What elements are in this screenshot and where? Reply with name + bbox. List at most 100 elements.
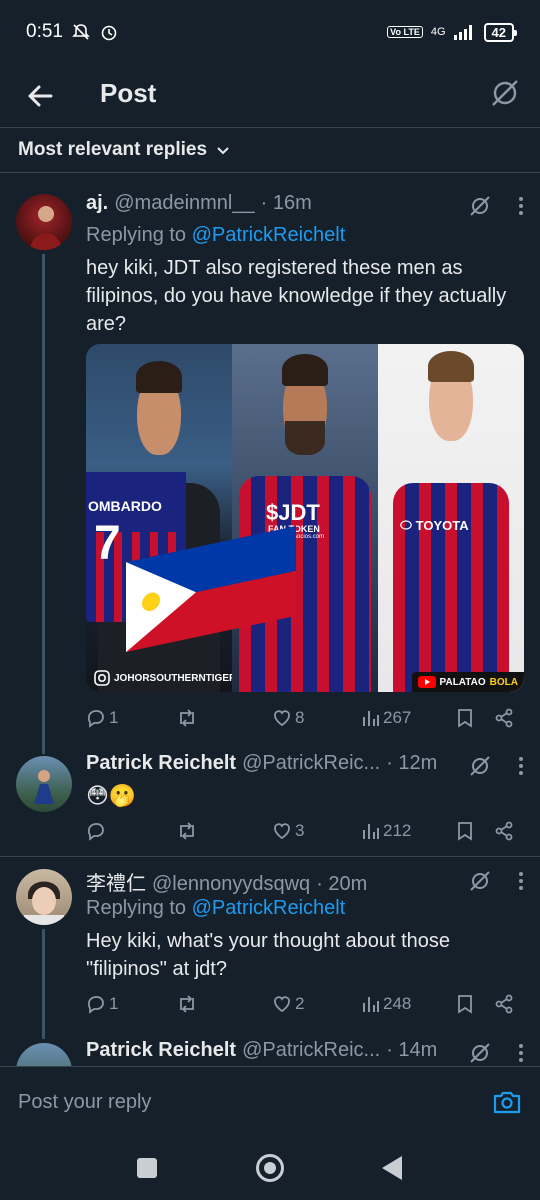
replying-to-link[interactable]: @PatrickReichelt (192, 897, 346, 919)
player-hair (427, 350, 475, 383)
player-jersey (392, 483, 510, 692)
avatar[interactable] (16, 869, 72, 925)
timestamp: · 12m (386, 752, 438, 774)
jersey-name: OMBARDO (88, 498, 162, 514)
system-back-button[interactable] (382, 1156, 402, 1180)
bookmark-icon[interactable] (456, 708, 474, 728)
sponsor-text: TOYOTA (415, 518, 469, 533)
replying-to-link[interactable]: @PatrickReichelt (192, 224, 346, 246)
views-chart-icon (363, 997, 379, 1012)
divider (0, 172, 540, 173)
grok-icon[interactable] (488, 76, 522, 110)
reply-actions: 1 2 248 (86, 990, 516, 1018)
display-name[interactable]: Patrick Reichelt (86, 752, 236, 775)
display-name[interactable]: Patrick Reichelt (86, 1039, 236, 1062)
reply-icon (87, 996, 104, 1014)
views-button[interactable]: 248 (362, 994, 411, 1014)
reply-header: aj. @madeinmnl__ · 16m (86, 192, 470, 222)
share-icon[interactable] (494, 708, 514, 728)
views-chart-icon (363, 711, 379, 726)
grok-icon[interactable] (468, 754, 492, 778)
caption-text: JOHORSOUTHERNTIGERS (114, 672, 232, 684)
display-name[interactable]: aj. (86, 192, 108, 215)
repost-button[interactable] (176, 708, 201, 728)
repost-button[interactable] (176, 994, 201, 1014)
reply-header: Patrick Reichelt @PatrickReic... · 12m (86, 752, 470, 782)
grok-icon[interactable] (468, 194, 492, 218)
sponsor-logo: TOYOTA (400, 518, 469, 533)
more-options-icon[interactable] (518, 871, 524, 891)
reply-button[interactable]: 1 (86, 708, 118, 728)
like-count: 8 (295, 708, 305, 727)
reply-input[interactable]: Post your reply (18, 1091, 151, 1114)
like-count: 3 (295, 821, 305, 840)
user-handle[interactable]: @PatrickReic... (242, 1039, 380, 1062)
avatar[interactable] (16, 194, 72, 250)
player-hair (135, 361, 183, 393)
user-handle[interactable]: @madeinmnl__ (114, 192, 254, 215)
image-caption-right: PALATAO BOLA (411, 672, 524, 692)
home-button[interactable] (256, 1154, 284, 1182)
instagram-icon (94, 670, 110, 686)
bookmark-icon[interactable] (456, 821, 474, 841)
app-bar: Post (0, 64, 540, 128)
reply-icon (87, 823, 104, 841)
repost-icon (180, 995, 194, 1013)
like-button[interactable]: 3 (272, 821, 304, 841)
display-name[interactable]: 李禮仁 (86, 867, 146, 896)
replying-prefix: Replying to (86, 897, 192, 919)
repost-icon (180, 709, 194, 727)
chevron-down-icon (217, 147, 229, 155)
grok-icon[interactable] (468, 1041, 492, 1065)
replies-filter-dropdown[interactable]: Most relevant replies (18, 130, 231, 170)
view-count: 248 (383, 994, 412, 1013)
like-count: 2 (295, 994, 305, 1013)
user-handle[interactable]: @lennonyydsqwq (152, 873, 310, 896)
network-label: 4G (430, 26, 446, 38)
heart-icon (274, 996, 290, 1013)
views-button[interactable]: 267 (362, 708, 411, 728)
more-options-icon[interactable] (518, 196, 524, 216)
battery-indicator: 42 (483, 22, 518, 42)
back-arrow-icon[interactable] (24, 80, 56, 112)
attached-image[interactable]: OMBARDO 7 JOHORSOUTHERNTIGERS $JDT FAN T… (86, 344, 524, 692)
reply-text: Hey kiki, what's your thought about thos… (86, 930, 451, 980)
reply-item[interactable]: Patrick Reichelt @PatrickReic... · 14m (0, 1039, 540, 1066)
views-chart-icon (363, 824, 379, 839)
repost-button[interactable] (176, 821, 201, 841)
youtube-icon (417, 676, 436, 688)
reply-top-icons (468, 869, 524, 893)
like-button[interactable]: 2 (272, 994, 304, 1014)
share-icon[interactable] (494, 821, 514, 841)
avatar[interactable] (16, 1043, 72, 1066)
more-options-icon[interactable] (518, 1043, 524, 1063)
views-button[interactable]: 212 (362, 821, 411, 841)
timestamp: · 14m (386, 1039, 438, 1061)
user-handle[interactable]: @PatrickReic... (242, 752, 380, 775)
like-button[interactable]: 8 (272, 708, 304, 728)
status-bar: 0:51 Vo LTE 4G 42 (0, 0, 540, 64)
page-title: Post (100, 78, 157, 108)
grok-icon[interactable] (468, 869, 492, 893)
reply-button[interactable]: 1 (86, 994, 118, 1014)
avatar[interactable] (16, 756, 72, 812)
thread-line (42, 254, 45, 754)
reply-composer[interactable]: Post your reply (0, 1066, 540, 1140)
share-icon[interactable] (494, 994, 514, 1014)
image-panel-middle: $JDT FAN TOKEN by socios.com (232, 344, 378, 692)
bookmark-icon[interactable] (456, 994, 474, 1014)
reply-button[interactable] (86, 821, 109, 841)
recents-button[interactable] (137, 1158, 157, 1178)
reply-top-icons (468, 754, 524, 778)
reply-top-icons (468, 1041, 524, 1065)
camera-icon[interactable] (492, 1087, 522, 1117)
repost-icon (180, 822, 194, 840)
divider (0, 856, 540, 857)
more-options-icon[interactable] (518, 756, 524, 776)
mute-bell-icon (72, 24, 90, 40)
filter-label: Most relevant replies (18, 139, 208, 160)
timestamp: · 20m (316, 873, 368, 895)
caption-text: PALATAO (439, 676, 486, 688)
player-beard (284, 420, 326, 456)
reply-text: hey kiki, JDT also registered these men … (86, 257, 507, 335)
